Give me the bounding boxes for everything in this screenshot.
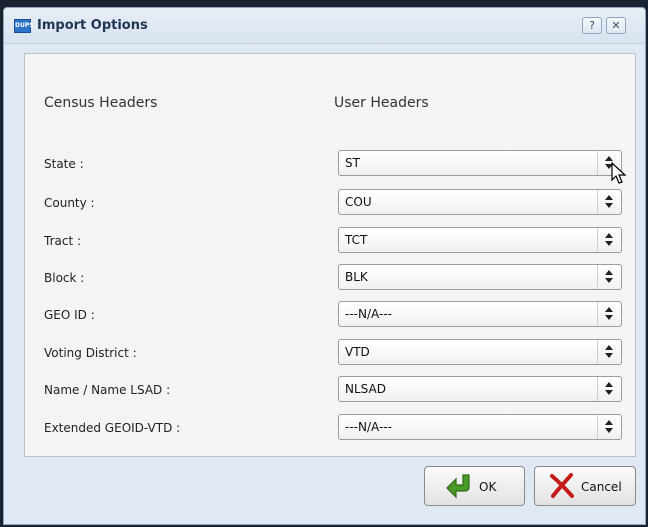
dialog-title: Import Options [37, 18, 148, 33]
voting-district-value: VTD [345, 345, 370, 359]
block-value: BLK [345, 270, 368, 284]
block-select[interactable]: BLK [338, 264, 622, 290]
extended-geoid-vtd-label: Extended GEOID-VTD : [44, 421, 181, 435]
close-button[interactable]: ✕ [606, 17, 626, 34]
census-headers-heading: Census Headers [44, 95, 158, 111]
up-down-arrow-icon [597, 377, 621, 401]
voting-district-select[interactable]: VTD [338, 339, 622, 365]
geo-id-label: GEO ID : [44, 308, 95, 322]
extended-geoid-vtd-select[interactable]: ---N/A--- [338, 414, 622, 440]
ok-button[interactable]: OK [424, 466, 525, 506]
red-x-icon [550, 473, 574, 498]
up-down-arrow-icon [597, 228, 621, 252]
tract-label: Tract : [44, 234, 82, 248]
county-select[interactable]: COU [338, 189, 622, 215]
mapping-panel: Census Headers User Headers State : ST C… [24, 53, 636, 457]
voting-district-label: Voting District : [44, 346, 137, 360]
name-lsad-value: NLSAD [345, 382, 386, 396]
extended-geoid-vtd-value: ---N/A--- [345, 420, 392, 434]
county-label: County : [44, 196, 95, 210]
green-arrow-icon [446, 474, 470, 499]
cancel-button[interactable]: Cancel [534, 466, 636, 506]
name-lsad-label: Name / Name LSAD : [44, 383, 171, 397]
import-options-dialog: DUPS Import Options ? ✕ Census Headers U… [3, 7, 646, 525]
user-headers-heading: User Headers [334, 95, 429, 111]
cancel-label: Cancel [581, 480, 622, 494]
title-bar: DUPS Import Options ? ✕ [4, 8, 645, 44]
tract-value: TCT [345, 233, 368, 247]
up-down-arrow-icon [597, 302, 621, 326]
up-down-arrow-icon [597, 340, 621, 364]
tract-select[interactable]: TCT [338, 227, 622, 253]
state-label: State : [44, 157, 84, 171]
mouse-pointer-icon [611, 162, 627, 184]
help-button[interactable]: ? [582, 17, 602, 34]
geo-id-select[interactable]: ---N/A--- [338, 301, 622, 327]
up-down-arrow-icon [597, 265, 621, 289]
app-icon: DUPS [14, 19, 34, 33]
state-select[interactable]: ST [338, 150, 622, 176]
ok-label: OK [479, 480, 497, 494]
up-down-arrow-icon [597, 190, 621, 214]
state-value: ST [345, 156, 360, 170]
geo-id-value: ---N/A--- [345, 307, 392, 321]
name-lsad-select[interactable]: NLSAD [338, 376, 622, 402]
block-label: Block : [44, 271, 85, 285]
up-down-arrow-icon [597, 415, 621, 439]
county-value: COU [345, 195, 372, 209]
